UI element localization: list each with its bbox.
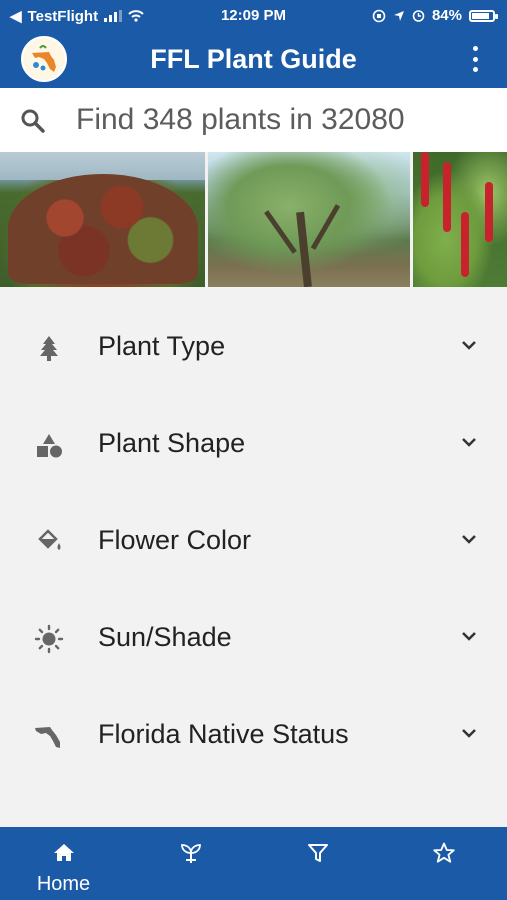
orientation-lock-icon [372,9,386,22]
plant-photo-flower[interactable] [413,152,507,287]
bottom-tab-bar: Home [0,827,507,900]
plant-photo-tree[interactable] [208,152,410,287]
tab-favorites[interactable] [380,827,507,900]
filter-label: Plant Shape [98,428,246,458]
filter-florida-native-status[interactable]: Florida Native Status [0,687,507,784]
filter-sun-shade[interactable]: Sun/Shade [0,590,507,687]
chevron-down-icon [462,438,476,447]
filter-plant-shape[interactable]: Plant Shape [0,396,507,493]
chevron-down-icon [462,535,476,544]
filter-label: Flower Color [98,525,252,555]
filter-label: Plant Type [98,331,226,361]
filter-flower-color[interactable]: Flower Color [0,493,507,590]
battery-fill [472,12,489,19]
tab-label: Home [36,873,91,895]
status-bar: ◀ TestFlight 12:09 PM 84% [0,0,507,32]
star-icon [432,842,455,863]
search-bar [0,88,507,152]
search-input[interactable] [76,98,486,142]
battery-icon [469,9,498,22]
app-header: ◀ TestFlight 12:09 PM 84% FFL Plant Guid… [0,0,507,88]
status-right: 84% [372,7,498,24]
shapes-icon [37,434,62,458]
sprout-icon [180,844,201,863]
tab-filter[interactable] [254,827,381,900]
filter-label: Florida Native Status [98,719,349,749]
filter-label: Sun/Shade [98,622,232,652]
search-icon [21,109,45,133]
home-icon [53,844,74,861]
filter-plant-type[interactable]: Plant Type [0,299,507,396]
chevron-down-icon [462,341,476,350]
alarm-icon [412,10,425,22]
tab-plants[interactable] [127,827,254,900]
tree-icon [40,336,58,361]
chevron-down-icon [462,632,476,641]
plant-photo-shrub[interactable] [0,152,205,287]
chevron-down-icon [462,729,476,738]
battery-percent: 84% [431,7,462,24]
paint-bucket-icon [38,529,61,550]
more-vertical-icon[interactable] [471,46,479,72]
plant-photo-strip[interactable] [0,152,507,287]
filter-icon [307,844,328,862]
location-icon [393,10,404,21]
sun-icon [34,624,64,654]
florida-icon [35,727,60,748]
tab-home[interactable]: Home [0,827,127,900]
app-title: FFL Plant Guide [150,44,357,74]
